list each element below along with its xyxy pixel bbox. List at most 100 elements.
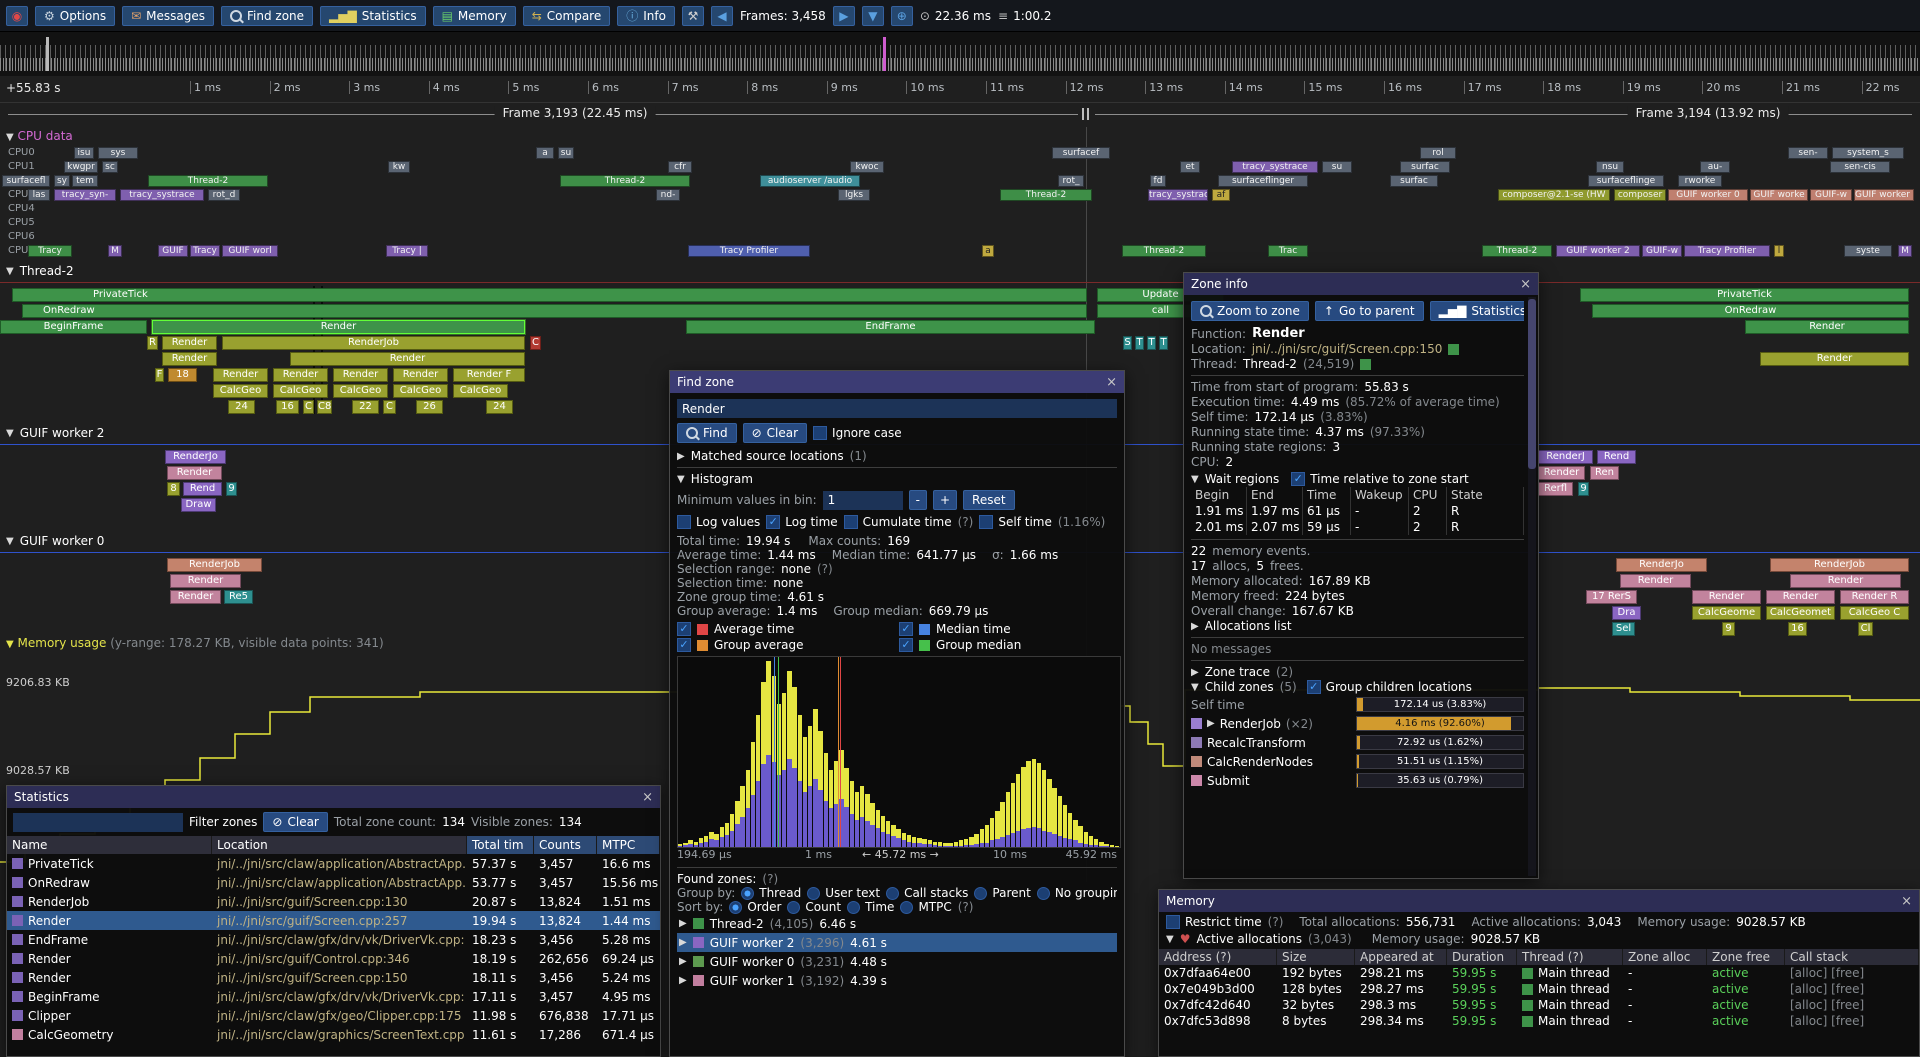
wait-column-header[interactable]: Begin bbox=[1191, 487, 1247, 503]
frame-menu-button[interactable]: ▼ bbox=[862, 6, 884, 26]
memory-column-header[interactable]: Zone free bbox=[1707, 949, 1785, 965]
help-icon[interactable]: (?) bbox=[958, 515, 974, 529]
collapse-icon[interactable]: ▼ bbox=[1191, 682, 1199, 693]
timeline-zone[interactable]: 22 bbox=[352, 400, 379, 414]
memory-appeared-cell[interactable]: 298.27 ms bbox=[1355, 981, 1447, 997]
cpu-segment[interactable]: GUIF worker 2 bbox=[1854, 189, 1914, 201]
timeline-zone[interactable]: RenderJob bbox=[222, 336, 525, 350]
timeline-zone[interactable]: C bbox=[303, 400, 314, 414]
cpu-segment[interactable]: su bbox=[1322, 161, 1352, 173]
cpu-segment[interactable]: su bbox=[558, 147, 574, 159]
memory-callstack-cell[interactable]: [alloc] [free] bbox=[1785, 965, 1919, 981]
cpu-segment[interactable]: M bbox=[108, 245, 122, 257]
zone-trace-label[interactable]: Zone trace bbox=[1205, 665, 1270, 679]
next-frame-button[interactable]: ▶ bbox=[833, 6, 855, 26]
found-zone-row[interactable]: ▶GUIF worker 1(3,192)4.39 s bbox=[677, 971, 1117, 990]
wait-column-header[interactable]: Wakeup bbox=[1351, 487, 1409, 503]
child-zone-row[interactable]: Self time172.14 us (3.83%) bbox=[1191, 695, 1524, 714]
timeline-zone[interactable]: Render bbox=[1538, 466, 1585, 480]
legend-item[interactable]: Group average bbox=[677, 638, 895, 652]
cpu-segment[interactable]: surfac bbox=[1400, 161, 1450, 173]
wait-table-header[interactable]: BeginEndTimeWakeupCPUState bbox=[1191, 487, 1524, 503]
timeline-zone[interactable]: 16 bbox=[1788, 622, 1807, 636]
timeline-zone[interactable]: Render bbox=[162, 336, 217, 350]
cpu-segment[interactable]: sc bbox=[102, 161, 118, 173]
collapse-icon[interactable]: ▼ bbox=[6, 536, 14, 547]
memory-column-header[interactable]: Size bbox=[1277, 949, 1355, 965]
timeline-zone[interactable]: Render bbox=[1692, 590, 1761, 604]
memory-row[interactable]: 0x7dfc42d64032 bytes298.3 ms59.95 sMain … bbox=[1159, 997, 1919, 1013]
cpu-segment[interactable]: system_s bbox=[1832, 147, 1904, 159]
cpu-segment[interactable]: af bbox=[1212, 189, 1230, 201]
collapse-icon[interactable]: ▶ bbox=[1191, 667, 1199, 678]
wait-column-header[interactable]: CPU bbox=[1409, 487, 1447, 503]
timeline-zone[interactable]: 16 bbox=[276, 400, 299, 414]
cpu-segment[interactable]: l bbox=[1774, 245, 1784, 257]
compare-button[interactable]: ⇆Compare bbox=[523, 6, 611, 26]
power-button[interactable]: ◉ bbox=[6, 6, 28, 26]
help-icon[interactable]: (?) bbox=[817, 562, 833, 576]
timeline-zone[interactable]: BeginFrame bbox=[0, 320, 147, 334]
collapse-icon[interactable]: ▶ bbox=[679, 937, 687, 948]
help-icon[interactable]: (?) bbox=[958, 900, 974, 914]
cpu-segment[interactable]: surfaceflinge bbox=[1588, 175, 1664, 187]
collapse-icon[interactable]: ▶ bbox=[1207, 718, 1215, 729]
cpu-segment[interactable]: composer@2.1-se (HW bbox=[1498, 189, 1610, 201]
timeline-zone[interactable]: 9 bbox=[1722, 622, 1735, 636]
clear-button[interactable]: ⊘Clear bbox=[743, 423, 807, 443]
stats-location-cell[interactable]: jni/../jni/src/claw/application/Abstract… bbox=[212, 873, 467, 892]
memory-address-cell[interactable]: 0x7dfc42d640 bbox=[1159, 997, 1277, 1013]
collapse-icon[interactable]: ▶ bbox=[679, 918, 687, 929]
timeline-zone[interactable]: 24 bbox=[228, 400, 255, 414]
cpu-segment[interactable]: lgks bbox=[838, 189, 870, 201]
stats-name-cell[interactable]: OnRedraw bbox=[7, 873, 212, 892]
restrict-time-checkbox[interactable]: Restrict time bbox=[1166, 915, 1262, 929]
cpu-segment[interactable]: rot_ bbox=[1058, 175, 1084, 187]
prev-frame-button[interactable]: ◀ bbox=[711, 6, 733, 26]
thread-value[interactable]: Thread-2 bbox=[1243, 357, 1297, 371]
messages-button[interactable]: ✉Messages bbox=[122, 6, 214, 26]
timeline-zone[interactable]: CalcGeo bbox=[333, 384, 388, 398]
cpu-segment[interactable]: tracy_systrace bbox=[1232, 161, 1318, 173]
stats-location-cell[interactable]: jni/../jni/src/guif/Screen.cpp:130 bbox=[212, 892, 467, 911]
memory-row[interactable]: 0x7e049b3d00128 bytes298.27 ms59.95 sMai… bbox=[1159, 981, 1919, 997]
wait-column-header[interactable]: End bbox=[1247, 487, 1303, 503]
bin-plus-button[interactable]: + bbox=[933, 490, 957, 510]
group-by-option[interactable]: User text bbox=[807, 886, 880, 900]
memory-table-header[interactable]: Address (?)SizeAppeared atDurationThread… bbox=[1159, 949, 1919, 965]
histogram-option-checkbox[interactable]: Log time bbox=[766, 515, 837, 529]
stats-name-cell[interactable]: RenderJob bbox=[7, 892, 212, 911]
timeline-zone[interactable]: CalcGeomet bbox=[1766, 606, 1835, 620]
collapse-icon[interactable]: ▼ bbox=[6, 428, 14, 439]
cpu-segment[interactable]: las bbox=[28, 189, 50, 201]
stats-location-cell[interactable]: jni/../jni/src/claw/application/Abstract… bbox=[212, 854, 467, 873]
cpu-segment[interactable]: rol bbox=[1420, 147, 1456, 159]
cpu-segment[interactable]: cfr bbox=[668, 161, 692, 173]
timeline-zone[interactable]: 18 bbox=[168, 368, 197, 382]
timeline-zone[interactable]: 9 bbox=[1578, 482, 1589, 496]
memory-callstack-cell[interactable]: [alloc] [free] bbox=[1785, 997, 1919, 1013]
timeline-zone[interactable]: OnRedraw bbox=[22, 304, 1087, 318]
timeline-zone[interactable]: Render bbox=[167, 466, 222, 480]
timeline-zone[interactable]: 26 bbox=[416, 400, 443, 414]
memory-column-header[interactable]: Thread (?) bbox=[1517, 949, 1623, 965]
thread-label[interactable]: ▼GUIF worker 0 bbox=[6, 534, 104, 548]
timeline-zone[interactable]: Render bbox=[1620, 574, 1691, 588]
cpu-segment[interactable]: composer bbox=[1614, 189, 1666, 201]
statistics-titlebar[interactable]: Statistics × bbox=[7, 786, 660, 808]
timeline-zone[interactable]: 9 bbox=[226, 482, 237, 496]
timeline-zone[interactable]: CalcGeo bbox=[393, 384, 448, 398]
cpu-segment[interactable]: Trac bbox=[1268, 245, 1308, 257]
table-row[interactable]: Renderjni/../jni/src/guif/Screen.cpp:150… bbox=[7, 968, 660, 987]
histogram-option-checkbox[interactable]: Log values bbox=[677, 515, 760, 529]
table-row[interactable]: BeginFramejni/../jni/src/claw/gfx/drv/vk… bbox=[7, 987, 660, 1006]
timeline-zone[interactable]: Cl bbox=[1858, 622, 1873, 636]
memory-column-header[interactable]: Address (?) bbox=[1159, 949, 1277, 965]
cpu-segment[interactable]: nd- bbox=[656, 189, 680, 201]
timeline-zone[interactable]: Render bbox=[1790, 574, 1901, 588]
timeline-zone[interactable]: R bbox=[147, 336, 158, 350]
cpu-segment[interactable]: sen- bbox=[1788, 147, 1828, 159]
timeline-zone[interactable]: CalcGeo bbox=[453, 384, 508, 398]
zone-statistics-button[interactable]: ▂▅▇Statistics bbox=[1430, 301, 1524, 321]
stats-name-cell[interactable]: Clipper bbox=[7, 1006, 212, 1025]
